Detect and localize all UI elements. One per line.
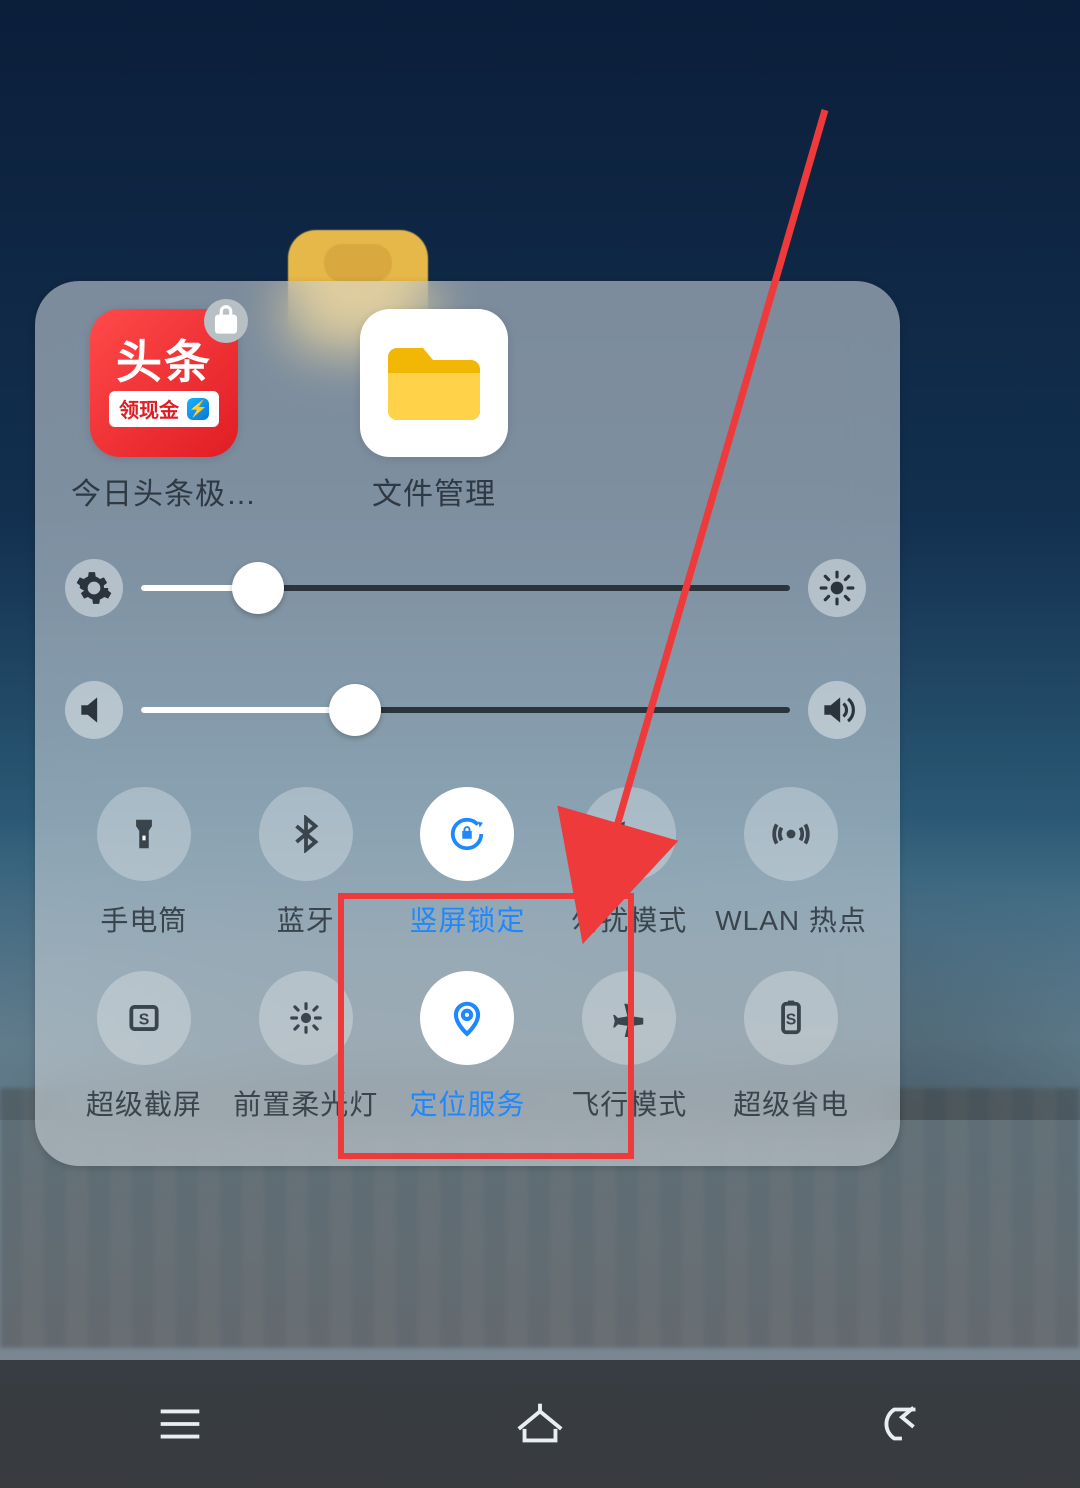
annotation-arrow [0, 0, 1080, 1488]
